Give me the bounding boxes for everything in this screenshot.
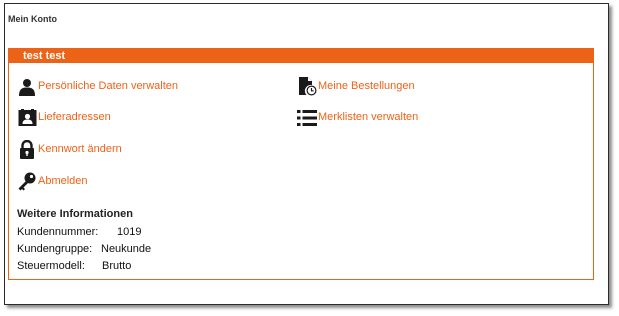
- list-icon: [297, 107, 317, 127]
- customer-number-value: 1019: [117, 226, 142, 238]
- logout-link[interactable]: Abmelden: [17, 171, 88, 191]
- tax-model-label: Steuermodell:: [17, 260, 85, 272]
- customer-group-row: Kundengruppe: Neukunde: [17, 243, 151, 255]
- customer-number-label: Kundennummer:: [17, 226, 99, 238]
- page-title: Mein Konto: [8, 14, 57, 24]
- addresses-link[interactable]: Lieferadressen: [17, 107, 111, 127]
- further-info-heading: Weitere Informationen: [17, 208, 133, 220]
- address-card-icon: [17, 107, 37, 127]
- tax-model-value: Brutto: [102, 260, 132, 272]
- customer-group-value: Neukunde: [101, 243, 152, 255]
- lock-icon: [17, 139, 37, 159]
- change-password-link[interactable]: Kennwort ändern: [17, 139, 122, 159]
- my-orders-label: Meine Bestellungen: [318, 80, 415, 92]
- personal-data-link[interactable]: Persönliche Daten verwalten: [17, 76, 178, 96]
- my-orders-link[interactable]: Meine Bestellungen: [297, 76, 415, 96]
- change-password-label: Kennwort ändern: [38, 143, 122, 155]
- addresses-label: Lieferadressen: [38, 111, 111, 123]
- personal-data-label: Persönliche Daten verwalten: [38, 80, 179, 92]
- panel-header-name: test test: [9, 49, 593, 63]
- logout-label: Abmelden: [38, 175, 88, 187]
- window-frame: Mein Konto test test Persönliche Daten v…: [4, 3, 609, 305]
- user-icon: [17, 76, 37, 96]
- account-panel: test test Persönliche Daten verwalten Li…: [8, 48, 594, 280]
- tax-model-row: Steuermodell: Brutto: [17, 260, 131, 272]
- customer-number-row: Kundennummer: 1019: [17, 226, 141, 238]
- customer-group-label: Kundengruppe:: [17, 243, 93, 255]
- wishlists-label: Merklisten verwalten: [318, 111, 419, 123]
- order-history-icon: [297, 76, 317, 96]
- key-icon: [17, 171, 37, 191]
- wishlists-link[interactable]: Merklisten verwalten: [297, 107, 418, 127]
